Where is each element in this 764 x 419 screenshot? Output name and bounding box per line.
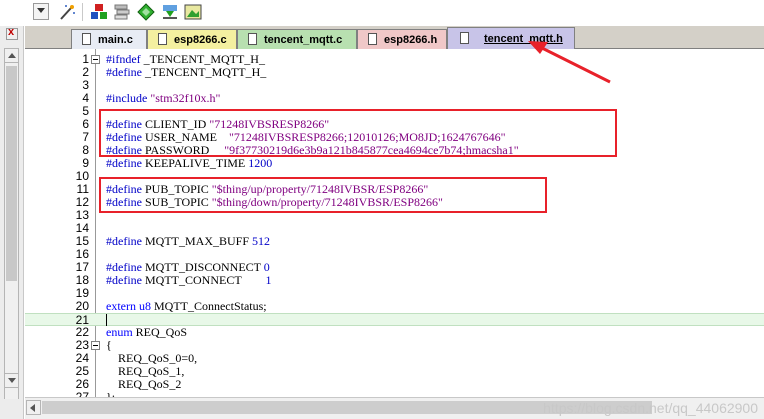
arrow-left-icon [30,404,35,412]
scroll-up-button[interactable] [4,48,19,63]
toolbar-dropdown[interactable] [33,3,49,20]
code-token: #define [106,156,145,170]
document-icon [368,33,377,45]
code-token: MQTT_MAX_BUFF [144,234,252,248]
download-icon[interactable] [160,2,180,22]
code-line[interactable]: 22 enum REQ_QoS [25,326,764,339]
stack-icon[interactable] [112,2,132,22]
tab-label: esp8266.c [174,34,227,46]
code-token: #define [106,65,145,79]
arrow-down-icon [8,378,16,383]
code-line[interactable]: 15 #define MQTT_MAX_BUFF 512 [25,235,764,248]
tab-main-c[interactable]: main.c [71,29,147,49]
tab-tencent-mqtt-c[interactable]: tencent_mqtt.c [237,29,357,49]
tab-esp8266-c[interactable]: esp8266.c [147,29,237,49]
line-number: 20 [75,299,89,313]
code-text: #define KEEPALIVE_TIME 1200 [106,157,272,170]
code-token: 1 [265,273,272,287]
code-token: extern [106,299,139,313]
code-line[interactable]: 4 #include "stm32f10x.h" [25,92,764,105]
code-text: #define _TENCENT_MQTT_H_ [106,66,266,79]
tab-label: tencent_mqtt.c [264,34,343,46]
toolbar-separator [82,3,83,21]
chevron-down-icon [37,8,45,13]
code-token: KEEPALIVE_TIME [144,156,249,170]
code-line[interactable]: 20 extern u8 MQTT_ConnectStatus; [25,300,764,313]
project-panel: x [0,26,24,419]
code-token: REQ_QoS_2 [106,377,182,391]
code-editor[interactable]: 1 #ifndef _TENCENT_MQTT_H_ 2 #define _TENCE… [25,49,764,397]
code-token: #define [106,260,145,274]
code-token: #ifndef [106,52,144,66]
code-token: #include [106,91,151,105]
credentials-highlight-box [99,109,617,157]
code-token: { [106,338,112,352]
code-text: #define MQTT_MAX_BUFF 512 [106,235,270,248]
vertical-scroll-thumb[interactable] [6,66,17,281]
tab-esp8266-h[interactable]: esp8266.h [357,29,447,49]
fold-toggle-icon[interactable] [91,55,100,64]
code-text: REQ_QoS_2 [106,378,181,391]
code-line[interactable]: 9 #define KEEPALIVE_TIME 1200 [25,157,764,170]
scroll-down-button[interactable] [4,373,19,388]
code-token: }; [106,390,116,398]
code-token: 1200 [248,156,273,170]
code-text: enum REQ_QoS [106,326,187,339]
scroll-left-button[interactable] [26,400,41,415]
code-token: _TENCENT_MQTT_H_ [143,52,265,66]
document-icon [82,33,91,45]
fold-toggle-icon[interactable] [91,341,100,350]
code-token: MQTT_ConnectStatus; [153,299,267,313]
code-token: REQ_QoS_0=0, [106,351,198,365]
code-token: u8 [138,299,154,313]
close-icon[interactable]: x [6,26,18,40]
code-token: REQ_QoS_1, [106,364,185,378]
editor-tab-bar: main.c esp8266.c tencent_mqtt.c esp8266.… [25,26,764,49]
tab-label: tencent_mqtt.h [484,33,563,45]
watermark: https://blog.csdn.net/qq_44062900 [543,400,758,416]
image-icon[interactable] [183,2,203,22]
wand-icon[interactable] [57,2,77,22]
code-token: 512 [252,234,270,248]
code-token: MQTT_DISCONNECT [144,260,264,274]
components-icon[interactable] [89,2,109,22]
horizontal-scrollbar[interactable]: https://blog.csdn.net/qq_44062900 [25,397,764,419]
document-icon [248,33,257,45]
code-token: #define [106,273,145,287]
code-text: #define MQTT_CONNECT 1 [106,274,271,287]
code-line[interactable]: 2 #define _TENCENT_MQTT_H_ [25,66,764,79]
tab-label: main.c [98,34,133,46]
code-line[interactable]: 26 REQ_QoS_2 [25,378,764,391]
code-token: 0 [263,260,270,274]
topics-highlight-box [99,177,547,213]
code-token: #define [106,234,145,248]
code-token: _TENCENT_MQTT_H_ [144,65,267,79]
gem-icon[interactable] [136,2,156,22]
tab-tencent-mqtt-h[interactable]: tencent_mqtt.h [447,27,575,49]
code-token: MQTT_CONNECT [144,273,266,287]
code-token: "stm32f10x.h" [150,91,221,105]
document-icon [460,32,469,44]
code-text: extern u8 MQTT_ConnectStatus; [106,300,267,313]
tab-label: esp8266.h [384,34,438,46]
code-token: REQ_QoS [135,325,188,339]
code-line[interactable]: 18 #define MQTT_CONNECT 1 [25,274,764,287]
code-text: #include "stm32f10x.h" [106,92,220,105]
document-icon [158,33,167,45]
code-token: enum [106,325,136,339]
toolbar [0,0,764,26]
arrow-up-icon [8,53,16,58]
